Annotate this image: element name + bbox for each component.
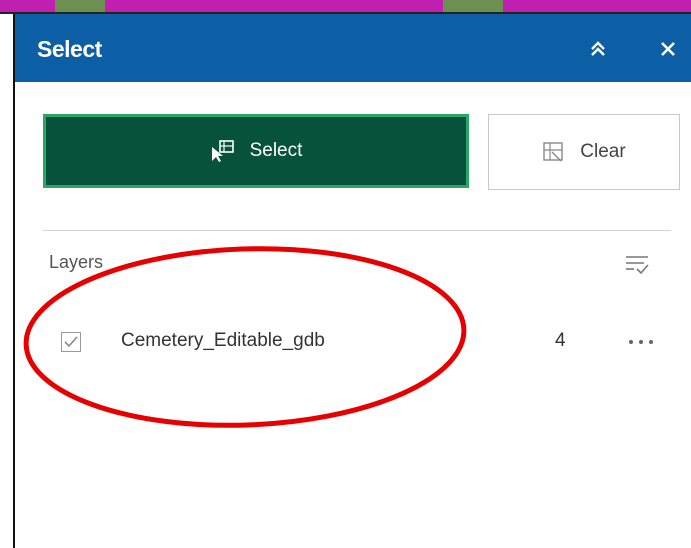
panel-header: Select [15, 14, 691, 82]
layer-row[interactable]: Cemetery_Editable_gdb 4 [45, 320, 675, 364]
layer-checkbox[interactable] [61, 332, 81, 352]
section-divider [43, 230, 671, 231]
more-options-button[interactable] [623, 330, 659, 354]
layer-name: Cemetery_Editable_gdb [121, 330, 325, 351]
select-panel: Select Select Clear Layers Cemetery_Edit… [13, 14, 691, 548]
collapse-button[interactable] [581, 32, 615, 66]
double-chevron-up-icon [591, 41, 605, 56]
filter-button[interactable] [621, 248, 653, 282]
map-background [0, 0, 691, 14]
panel-title: Select [37, 36, 102, 62]
close-button[interactable] [651, 32, 685, 66]
select-button-label: Select [249, 140, 303, 161]
clear-selection-icon [543, 142, 563, 162]
layers-heading: Layers [49, 252, 104, 272]
more-options-icon [629, 340, 653, 344]
select-cursor-icon [211, 140, 234, 162]
checkmark-icon [64, 336, 78, 348]
filter-list-icon [626, 256, 649, 275]
clear-button-label: Clear [580, 141, 626, 162]
layer-selected-count: 4 [555, 330, 566, 351]
clear-button[interactable]: Clear [488, 114, 680, 190]
select-button[interactable]: Select [43, 114, 469, 188]
close-icon [661, 42, 675, 56]
